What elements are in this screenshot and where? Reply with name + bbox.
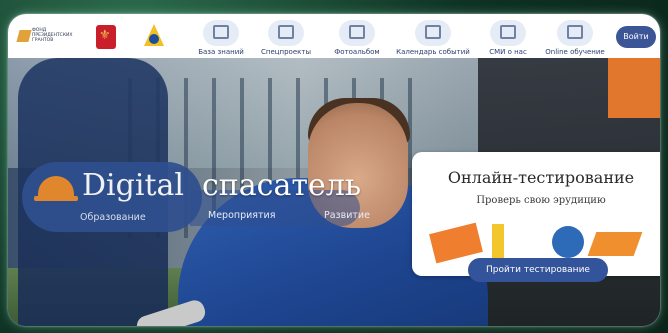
nav-knowledge-base[interactable]: База знаний <box>188 18 254 56</box>
nav-events-calendar[interactable]: Календарь событий <box>392 18 474 56</box>
link-events[interactable]: Мероприятия <box>208 210 275 221</box>
fund-logo-text: Фонд президентских грантов <box>32 28 73 43</box>
school-supplies-illustration <box>429 220 644 264</box>
award-icon <box>268 20 304 46</box>
site-header: Фонд президентских грантов База знаний С… <box>8 14 660 58</box>
calendar-icon <box>415 20 451 46</box>
link-education[interactable]: Образование <box>80 212 146 223</box>
book-icon <box>429 222 483 264</box>
login-button[interactable]: Войти <box>616 26 656 48</box>
brand-subtitle: спасатель <box>202 168 362 203</box>
card-title: Онлайн-тестирование <box>447 168 635 187</box>
card-subtitle: Проверь свою эрудицию <box>476 195 606 206</box>
nav-label: База знаний <box>198 48 244 56</box>
brand-badge: Digital Образование <box>22 162 202 232</box>
take-test-button[interactable]: Пройти тестирование <box>468 258 608 282</box>
nav-media-about-us[interactable]: СМИ о нас <box>482 18 534 56</box>
news-icon <box>490 20 526 46</box>
outer-frame: Фонд президентских грантов База знаний С… <box>0 0 668 333</box>
nav-label: Фотоальбом <box>334 48 380 56</box>
brand-title: Digital <box>82 168 184 203</box>
nav-label: СМИ о нас <box>489 48 527 56</box>
nav-special-projects[interactable]: Спецпроекты <box>254 18 318 56</box>
bank-icon <box>203 20 239 46</box>
graduation-icon <box>557 20 593 46</box>
nav-label: Спецпроекты <box>261 48 311 56</box>
nav-photo-album[interactable]: Фотоальбом <box>328 18 386 56</box>
online-testing-card: Онлайн-тестирование Проверь свою эрудици… <box>412 152 660 282</box>
nav-online-learning[interactable]: Online обучение <box>540 18 610 56</box>
ruler-icon <box>587 232 643 256</box>
helmet-icon <box>34 176 78 202</box>
camera-icon <box>339 20 375 46</box>
nav-label: Календарь событий <box>396 48 470 56</box>
spb-emblem-icon <box>96 25 116 49</box>
browser-page: Фонд президентских грантов База знаний С… <box>8 14 660 326</box>
fund-logo[interactable]: Фонд президентских грантов <box>16 28 74 50</box>
nav-label: Online обучение <box>545 48 605 56</box>
mchs-emblem-icon <box>142 24 166 50</box>
link-development[interactable]: Развитие <box>324 210 370 221</box>
fund-logo-mark <box>16 30 32 42</box>
pencil-icon <box>492 224 504 258</box>
hero-orange-vest <box>608 58 660 118</box>
globe-icon <box>552 226 584 258</box>
